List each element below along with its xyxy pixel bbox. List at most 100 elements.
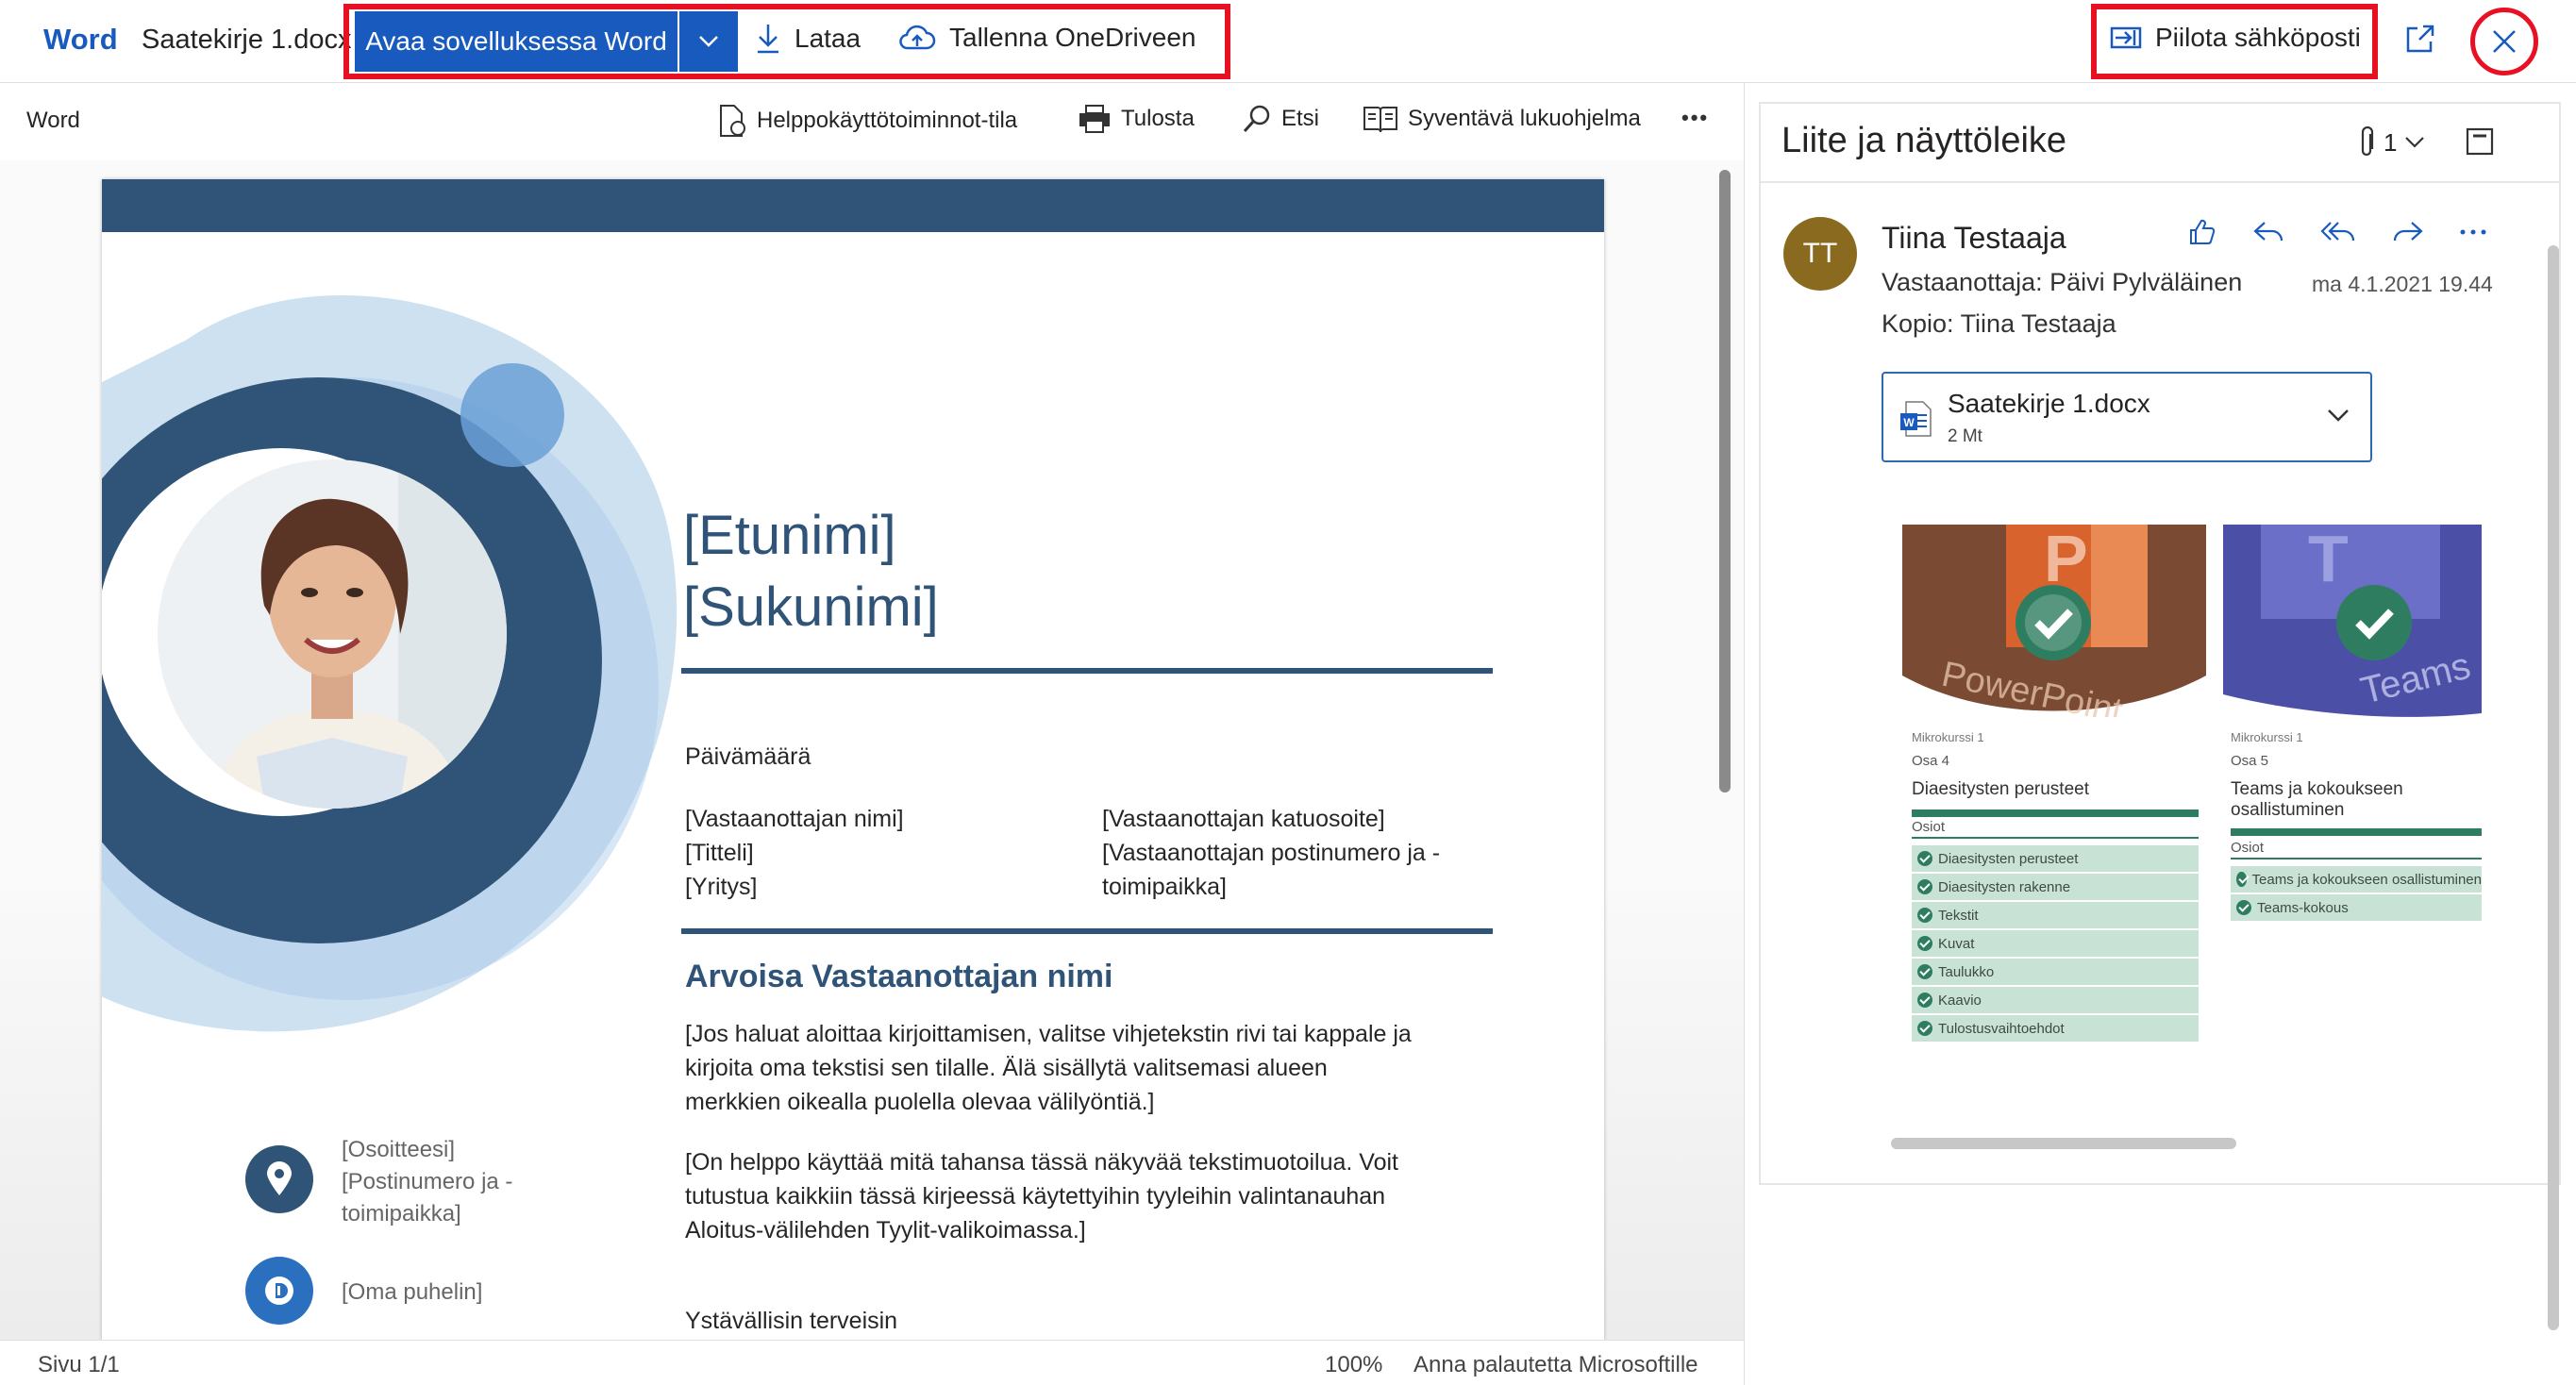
body-line: [On helppo käyttää mitä tahansa tässä nä… (685, 1149, 1398, 1176)
check-icon (1917, 964, 1932, 979)
recipient-address-block[interactable]: [Vastaanottajan katuosoite] [Vastaanotta… (1102, 802, 1440, 904)
address-block[interactable]: [Osoitteesi] [Postinumero ja - toimipaik… (342, 1134, 512, 1230)
save-onedrive-label: Tallenna OneDriveen (949, 23, 1196, 52)
attachment-count-button[interactable]: 1 (2359, 126, 2425, 159)
lesson-row[interactable]: Teams-kokous (2231, 894, 2482, 923)
card1-title: Diaesitysten perusteet (1912, 779, 2089, 799)
open-options-dropdown[interactable] (679, 11, 738, 72)
lesson-row[interactable]: Taulukko (1912, 959, 2199, 987)
card1-part: Osa 4 (1912, 753, 1950, 769)
like-icon[interactable] (2187, 217, 2217, 247)
card2-lessons: Teams ja kokoukseen osallistuminen Teams… (2231, 866, 2482, 923)
card1-progress (1912, 809, 2199, 817)
reply-icon[interactable] (2251, 217, 2285, 247)
body-paragraph-1[interactable]: [Jos haluat aloittaa kirjoittamisen, val… (685, 1017, 1412, 1119)
location-icon (245, 1145, 313, 1213)
body-line: kirjoita oma tekstisi sen tilalle. Älä s… (685, 1055, 1328, 1081)
card1-course: Mikrokurssi 1 (1912, 730, 1984, 744)
download-label: Lataa (795, 24, 861, 53)
lesson-label: Teams ja kokoukseen osallistuminen (2251, 871, 2482, 888)
chevron-down-icon (2405, 137, 2425, 148)
feedback-link[interactable]: Anna palautetta Microsoftille (1413, 1352, 1698, 1378)
lesson-label: Teams-kokous (2257, 899, 2349, 916)
lesson-row[interactable]: Kuvat (1912, 930, 2199, 959)
address-line: [Postinumero ja - (342, 1169, 513, 1194)
hide-email-button[interactable]: Piilota sähköposti (2110, 23, 2361, 53)
recipient-company: [Yritys] (685, 874, 758, 900)
more-options-button[interactable]: ••• (1681, 106, 1709, 130)
card2-title-line: osallistuminen (2231, 800, 2345, 820)
body-paragraph-2[interactable]: [On helppo käyttää mitä tahansa tässä nä… (685, 1145, 1398, 1247)
svg-text:T: T (2308, 525, 2349, 595)
date-field[interactable]: Päivämäärä (685, 743, 811, 771)
lesson-row[interactable]: Diaesitysten perusteet (1912, 845, 2199, 874)
panel-icon (2466, 127, 2494, 156)
email-actions (2187, 217, 2487, 247)
check-icon (2236, 900, 2251, 915)
divider-line (681, 928, 1493, 934)
pane-vertical-scrollbar[interactable] (2548, 245, 2559, 1330)
print-label: Tulosta (1121, 106, 1195, 131)
more-icon[interactable] (2459, 227, 2487, 237)
first-name: [Etunimi] (683, 505, 896, 566)
lesson-row[interactable]: Diaesitysten rakenne (1912, 874, 2199, 902)
attachment-menu-button[interactable] (2327, 408, 2350, 427)
document-page[interactable]: [Etunimi] [Sukunimi] Päivämäärä [Vastaan… (102, 179, 1604, 1340)
card2-part: Osa 5 (2231, 753, 2269, 769)
accessibility-doc-icon (720, 105, 745, 137)
search-icon (1243, 105, 1270, 133)
accessibility-mode-button[interactable]: Helppokäyttötoiminnot-tila (717, 104, 1017, 138)
recipient-block[interactable]: [Vastaanottajan nimi] [Titteli] [Yritys] (685, 802, 904, 904)
card1-lessons: Diaesitysten perusteet Diaesitysten rake… (1912, 845, 2199, 1043)
word-file-icon: W (1899, 400, 1932, 442)
pane-title: Liite ja näyttöleike (1781, 121, 2067, 160)
collapse-pane-button[interactable] (2465, 126, 2495, 161)
download-button[interactable]: Lataa (755, 23, 861, 55)
document-scrollbar[interactable] (1719, 170, 1731, 793)
zoom-level[interactable]: 100% (1325, 1352, 1382, 1378)
reply-all-icon[interactable] (2319, 217, 2357, 247)
lesson-row[interactable]: Tekstit (1912, 902, 2199, 930)
name-heading[interactable]: [Etunimi] [Sukunimi] (683, 500, 939, 643)
find-label: Etsi (1281, 106, 1320, 131)
check-icon (1917, 908, 1932, 923)
print-button[interactable]: Tulosta (1078, 104, 1195, 134)
powerpoint-course-image: P PowerPoint (1902, 525, 2206, 717)
recipient-title: [Titteli] (685, 840, 754, 866)
top-bar: Word Saatekirje 1.docx Avaa sovelluksess… (0, 0, 2576, 83)
lesson-label: Diaesitysten perusteet (1938, 850, 2079, 867)
recipient-name: [Vastaanottajan nimi] (685, 806, 904, 832)
sender-name[interactable]: Tiina Testaaja (1882, 221, 2066, 256)
salutation[interactable]: Arvoisa Vastaanottajan nimi (685, 959, 1113, 995)
open-in-word-button[interactable]: Avaa sovelluksessa Word (355, 11, 677, 72)
popout-button[interactable] (2404, 23, 2436, 59)
address-line: toimipaikka] (342, 1201, 461, 1226)
close-button[interactable] (2470, 8, 2538, 75)
immersive-reader-label: Syventävä lukuohjelma (1408, 106, 1641, 131)
card2-title: Teams ja kokoukseen osallistuminen (2231, 779, 2403, 821)
commandbar-label: Word (26, 108, 80, 133)
book-icon (1363, 107, 1397, 133)
attachment-count: 1 (2384, 127, 2398, 157)
forward-icon[interactable] (2391, 217, 2425, 247)
phone-field[interactable]: [Oma puhelin] (342, 1279, 482, 1306)
lesson-row[interactable]: Tulostusvaihtoehdot (1912, 1015, 2199, 1043)
header-band (102, 179, 1604, 232)
lesson-label: Kaavio (1938, 992, 1982, 1009)
attachment-size: 2 Mt (1948, 426, 1982, 446)
divider-line (681, 668, 1493, 674)
save-onedrive-button[interactable]: Tallenna OneDriveen (898, 23, 1196, 53)
chevron-down-icon (2328, 409, 2349, 422)
find-button[interactable]: Etsi (1242, 104, 1319, 134)
printer-icon (1079, 105, 1110, 133)
preview-horizontal-scrollbar[interactable] (1891, 1138, 2236, 1149)
command-bar: Word Helppokäyttötoiminnot-tila Tulosta … (0, 85, 1744, 160)
lesson-label: Taulukko (1938, 963, 1995, 980)
immersive-reader-button[interactable]: Syventävä lukuohjelma (1363, 104, 1641, 134)
lesson-row[interactable]: Teams ja kokoukseen osallistuminen (2231, 866, 2482, 894)
card2-section-label: Osiot (2231, 840, 2482, 859)
avatar[interactable]: TT (1783, 217, 1857, 291)
closing[interactable]: Ystävällisin terveisin (685, 1308, 897, 1335)
lesson-label: Tekstit (1938, 907, 1979, 924)
lesson-row[interactable]: Kaavio (1912, 987, 2199, 1015)
